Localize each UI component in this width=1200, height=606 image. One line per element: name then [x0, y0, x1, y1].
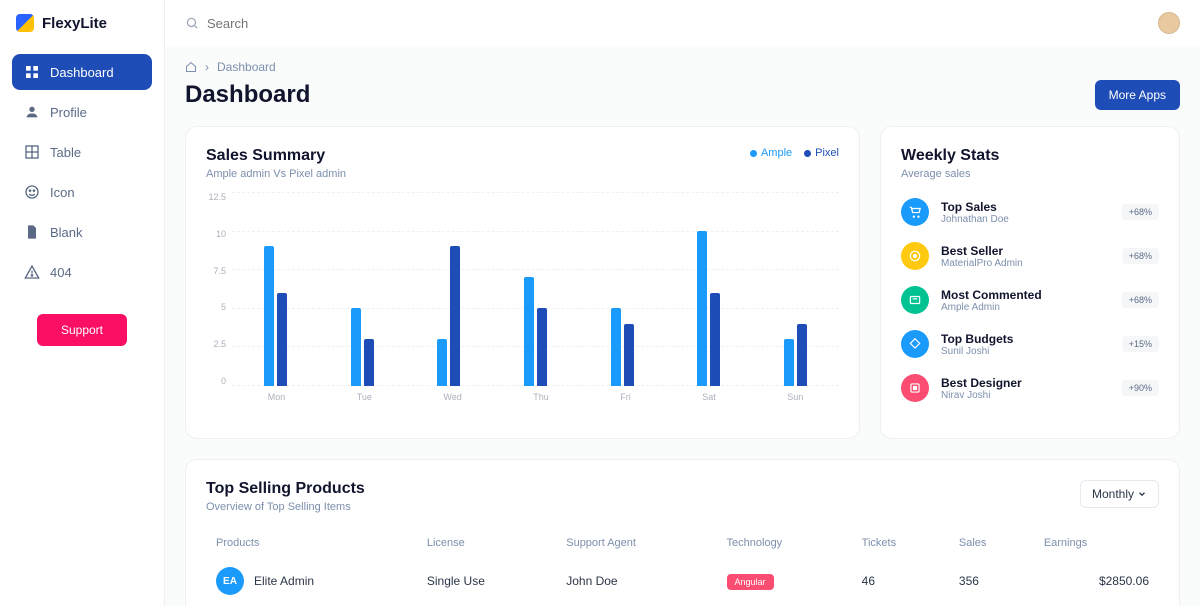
smiley-icon: [24, 184, 40, 200]
cell-agent: John Doe: [556, 557, 716, 605]
chart-legend: Ample Pixel: [750, 147, 839, 159]
stat-icon: [901, 242, 929, 270]
th-earnings: Earnings: [1034, 529, 1159, 557]
more-apps-button[interactable]: More Apps: [1095, 80, 1180, 110]
card-title: Weekly Stats: [901, 147, 1159, 165]
table-icon: [24, 144, 40, 160]
table-row[interactable]: EA Elite Admin Single UseJohn Doe Angular 46…: [206, 557, 1159, 605]
brand-name: FlexyLite: [42, 15, 107, 32]
stat-title: Best Seller: [941, 244, 1110, 258]
logo[interactable]: FlexyLite: [12, 14, 152, 32]
th-tickets: Tickets: [852, 529, 949, 557]
cell-earnings: $2850.06: [1034, 557, 1159, 605]
sidebar-item-icon[interactable]: Icon: [12, 174, 152, 210]
sales-chart: 12.5107.552.50 MonTueWedThuFriSatSun: [206, 192, 839, 402]
sidebar-item-profile[interactable]: Profile: [12, 94, 152, 130]
card-subtitle: Overview of Top Selling Items: [206, 501, 365, 513]
file-icon: [24, 224, 40, 240]
stat-sub: MaterialPro Admin: [941, 258, 1110, 269]
dropdown-label: Monthly: [1092, 487, 1134, 501]
dot-icon: [750, 150, 757, 157]
stat-badge: +68%: [1122, 204, 1159, 220]
stat-badge: +15%: [1122, 336, 1159, 352]
stat-row: Top SalesJohnathan Doe +68%: [901, 198, 1159, 226]
topbar: [165, 0, 1200, 46]
sidebar-item-blank[interactable]: Blank: [12, 214, 152, 250]
sidebar-item-404[interactable]: 404: [12, 254, 152, 290]
chevron-right-icon: ›: [205, 60, 209, 74]
cell-tickets: 46: [852, 557, 949, 605]
home-icon[interactable]: [185, 61, 197, 73]
search-box[interactable]: [185, 16, 1158, 31]
card-title: Sales Summary: [206, 147, 346, 165]
th-license: License: [417, 529, 556, 557]
sidebar-item-label: Icon: [50, 185, 75, 200]
avatar[interactable]: [1158, 12, 1180, 34]
stat-sub: Nirav Joshi: [941, 390, 1110, 401]
legend-pixel: Pixel: [815, 147, 839, 159]
th-sales: Sales: [949, 529, 1034, 557]
period-dropdown[interactable]: Monthly: [1080, 480, 1159, 508]
stat-sub: Johnathan Doe: [941, 214, 1110, 225]
stat-badge: +90%: [1122, 380, 1159, 396]
chevron-down-icon: [1137, 489, 1147, 499]
stat-row: Best DesignerNirav Joshi +90%: [901, 374, 1159, 402]
product-name: Elite Admin: [254, 574, 314, 588]
stat-title: Top Sales: [941, 200, 1110, 214]
page-title: Dashboard: [185, 81, 310, 109]
card-title: Top Selling Products: [206, 480, 365, 498]
cell-sales: 356: [949, 557, 1034, 605]
stat-row: Most CommentedAmple Admin +68%: [901, 286, 1159, 314]
stat-sub: Sunil Joshi: [941, 346, 1110, 357]
stat-title: Best Designer: [941, 376, 1110, 390]
sales-summary-card: Sales Summary Ample admin Vs Pixel admin…: [185, 126, 860, 439]
stat-badge: +68%: [1122, 248, 1159, 264]
support-button[interactable]: Support: [37, 314, 127, 346]
breadcrumb: › Dashboard: [185, 60, 1180, 74]
products-table: Products License Support Agent Technolog…: [206, 529, 1159, 605]
top-selling-card: Top Selling Products Overview of Top Sel…: [185, 459, 1180, 606]
tech-badge: Angular: [727, 574, 774, 590]
stat-row: Top BudgetsSunil Joshi +15%: [901, 330, 1159, 358]
stat-icon: [901, 286, 929, 314]
stat-title: Most Commented: [941, 288, 1110, 302]
th-products: Products: [206, 529, 417, 557]
logo-icon: [16, 14, 34, 32]
stat-icon: [901, 330, 929, 358]
sidebar-item-label: 404: [50, 265, 72, 280]
sidebar-item-dashboard[interactable]: Dashboard: [12, 54, 152, 90]
search-icon: [185, 16, 199, 30]
dashboard-icon: [24, 64, 40, 80]
alert-icon: [24, 264, 40, 280]
stat-sub: Ample Admin: [941, 302, 1110, 313]
card-subtitle: Ample admin Vs Pixel admin: [206, 168, 346, 180]
stat-title: Top Budgets: [941, 332, 1110, 346]
breadcrumb-current: Dashboard: [217, 60, 276, 74]
sidebar-item-label: Table: [50, 145, 81, 160]
stat-badge: +68%: [1122, 292, 1159, 308]
search-input[interactable]: [207, 16, 383, 31]
card-subtitle: Average sales: [901, 168, 1159, 180]
stat-icon: [901, 374, 929, 402]
th-tech: Technology: [717, 529, 852, 557]
cell-license: Single Use: [417, 557, 556, 605]
product-avatar: EA: [216, 567, 244, 595]
legend-ample: Ample: [761, 147, 792, 159]
weekly-stats-card: Weekly Stats Average sales Top SalesJohn…: [880, 126, 1180, 439]
sidebar-item-table[interactable]: Table: [12, 134, 152, 170]
profile-icon: [24, 104, 40, 120]
stat-row: Best SellerMaterialPro Admin +68%: [901, 242, 1159, 270]
sidebar-item-label: Blank: [50, 225, 83, 240]
sidebar-item-label: Profile: [50, 105, 87, 120]
th-agent: Support Agent: [556, 529, 716, 557]
sidebar-item-label: Dashboard: [50, 65, 114, 80]
dot-icon: [804, 150, 811, 157]
stat-icon: [901, 198, 929, 226]
